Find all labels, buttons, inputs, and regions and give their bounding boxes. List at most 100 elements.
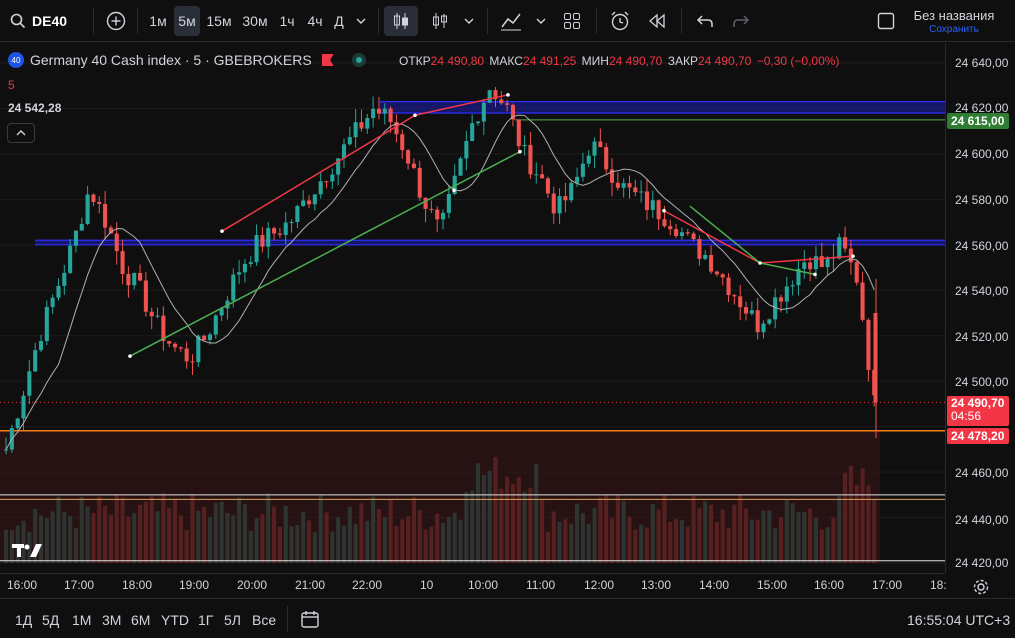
indicators-button[interactable]: [425, 6, 455, 36]
clock[interactable]: 16:55:04 UTC+3: [907, 612, 1010, 628]
add-symbol-button[interactable]: [102, 6, 130, 36]
candle: [499, 99, 504, 104]
candle: [709, 254, 714, 272]
candle: [703, 254, 708, 259]
candle: [598, 141, 603, 148]
candles-chart-type-button[interactable]: [384, 6, 418, 36]
x-tick: 18:00: [122, 578, 153, 592]
price-tag-red[interactable]: 24 478,20: [947, 428, 1009, 444]
price-chart[interactable]: [0, 43, 945, 573]
x-tick: 19:00: [179, 578, 210, 592]
candle: [866, 319, 871, 370]
market-status-icon[interactable]: [351, 53, 366, 67]
current-price-tag[interactable]: 24 490,70 04:56: [947, 396, 1009, 426]
candle: [347, 137, 352, 145]
redo-button[interactable]: [726, 6, 756, 36]
candle: [592, 141, 597, 156]
candle: [738, 296, 743, 308]
anchor-point: [128, 354, 132, 358]
chart-legend: 40 Germany 40 Cash index · 5 · GBEBROKER…: [8, 52, 366, 68]
close-label: ЗАКР: [667, 54, 698, 68]
symbol-search-button[interactable]: DE40: [4, 6, 68, 36]
collapse-legend-button[interactable]: [7, 123, 35, 143]
candle: [586, 155, 591, 164]
range-5y[interactable]: 5Л: [224, 612, 241, 628]
range-all[interactable]: Все: [252, 612, 276, 628]
candle: [417, 167, 422, 198]
candle: [720, 274, 725, 278]
interval-1m[interactable]: 1м: [144, 6, 172, 36]
redo-icon: [733, 15, 750, 27]
candle: [149, 311, 154, 317]
interval-15m[interactable]: 15м: [203, 6, 235, 36]
trend-line-red: [759, 255, 854, 264]
layout-name-block[interactable]: Без названия Сохранить: [904, 8, 1004, 35]
alert-button[interactable]: [604, 6, 636, 36]
range-5d[interactable]: 5Д: [42, 612, 59, 628]
range-1d[interactable]: 1Д: [15, 612, 32, 628]
undo-button[interactable]: [690, 6, 720, 36]
candle: [714, 271, 719, 275]
candle: [272, 228, 277, 234]
candle: [38, 341, 44, 351]
candle: [778, 297, 784, 302]
candle: [237, 272, 242, 275]
y-tick: 24 540,00: [955, 284, 1009, 298]
candle: [4, 449, 9, 451]
candle: [44, 306, 49, 342]
templates-button[interactable]: [557, 6, 587, 36]
candle: [353, 122, 358, 138]
flag-icon[interactable]: [321, 54, 334, 66]
interval-4h[interactable]: 4ч: [302, 6, 328, 36]
candle: [406, 150, 411, 164]
undo-icon: [696, 15, 713, 27]
indicators-dropdown[interactable]: [530, 6, 552, 36]
axis-settings-button[interactable]: [972, 578, 990, 596]
range-ytd[interactable]: YTD: [161, 612, 189, 628]
candle: [306, 200, 312, 205]
candle: [860, 282, 865, 320]
ohlc-values: ОТКР24 490,80 МАКС24 491,25 МИН24 490,70…: [399, 54, 839, 68]
open-label: ОТКР: [399, 54, 431, 68]
candle: [155, 315, 160, 317]
x-tick: 10: [420, 578, 434, 592]
range-1m[interactable]: 1М: [72, 612, 91, 628]
range-3m[interactable]: 3М: [102, 612, 121, 628]
interval-30m[interactable]: 30м: [238, 6, 272, 36]
candle: [674, 229, 679, 237]
replay-button[interactable]: [641, 6, 673, 36]
candle: [138, 272, 143, 281]
price-tag-green[interactable]: 24 615,00: [947, 113, 1009, 129]
layout-name: Без названия: [913, 8, 995, 23]
save-link[interactable]: Сохранить: [904, 24, 1004, 35]
chart-type-dropdown[interactable]: [458, 6, 480, 36]
candle: [837, 237, 842, 259]
x-tick: 16:00: [814, 578, 845, 592]
bottom-toolbar: [0, 598, 1015, 638]
candle: [732, 295, 737, 297]
legend-title[interactable]: Germany 40 Cash index · 5 · GBEBROKERS: [30, 52, 312, 68]
indicators-menu-button[interactable]: [494, 6, 528, 36]
change-value: −0,30 (−0,00%): [756, 54, 840, 68]
range-1y[interactable]: 1Г: [198, 612, 213, 628]
interval-5m[interactable]: 5м: [174, 6, 200, 36]
candle: [68, 245, 73, 273]
candle: [56, 285, 61, 298]
high-value: 24 491,25: [522, 54, 577, 68]
interval-d[interactable]: Д: [329, 6, 349, 36]
x-tick: 17:00: [64, 578, 95, 592]
range-6m[interactable]: 6М: [131, 612, 150, 628]
candle: [330, 174, 335, 182]
interval-dropdown[interactable]: [350, 6, 372, 36]
goto-date-button[interactable]: [300, 609, 320, 634]
x-tick: 17:00: [872, 578, 903, 592]
candle: [545, 178, 550, 194]
candle: [266, 228, 271, 247]
tradingview-logo[interactable]: [12, 541, 44, 564]
candle: [662, 219, 667, 227]
y-tick: 24 520,00: [955, 330, 1009, 344]
candle: [73, 230, 78, 246]
interval-1h[interactable]: 1ч: [274, 6, 300, 36]
chevron-down-icon: [356, 18, 366, 24]
layout-checkbox[interactable]: [872, 6, 900, 36]
